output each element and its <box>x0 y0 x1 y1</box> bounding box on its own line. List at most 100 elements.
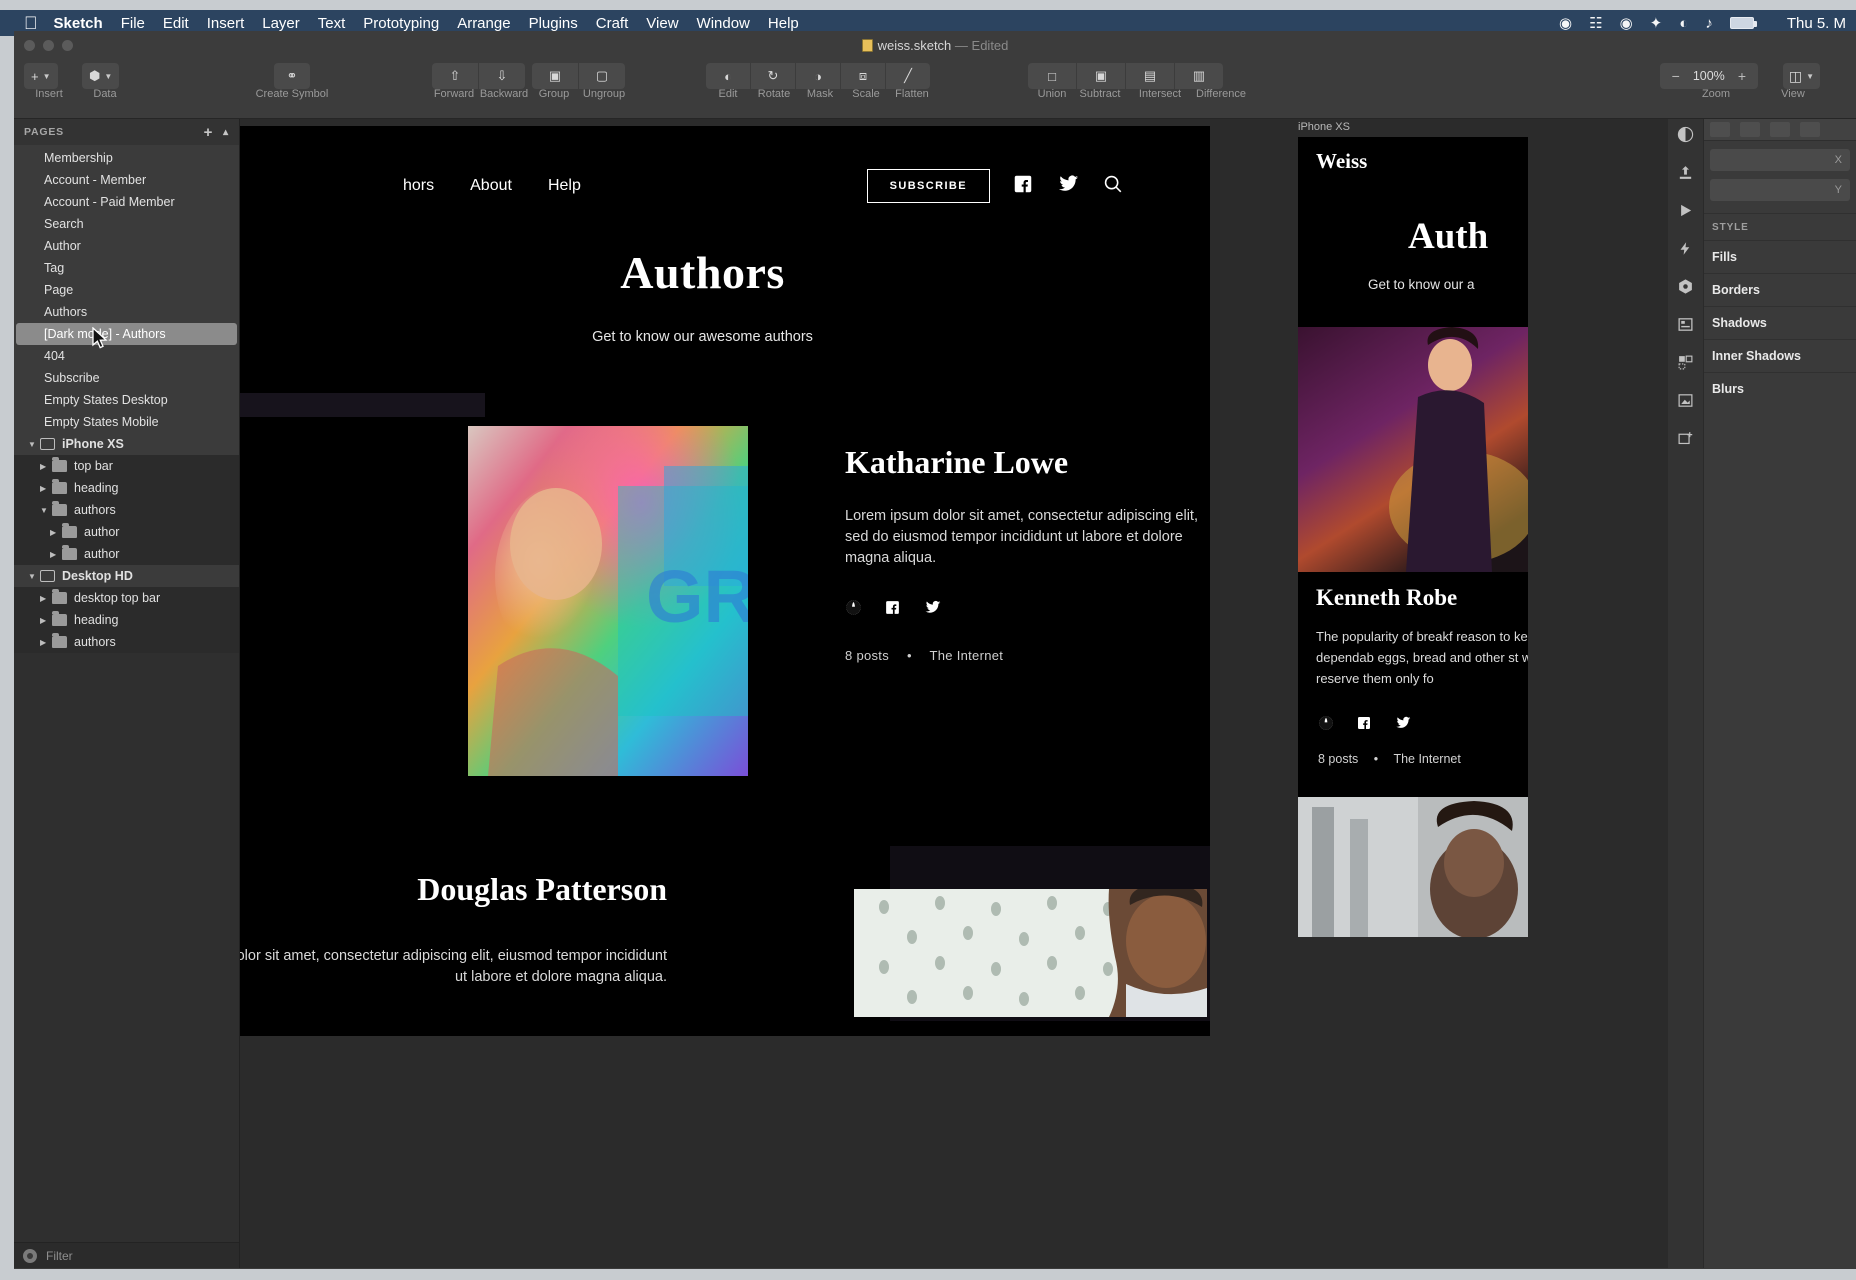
twitter-icon[interactable] <box>1056 173 1080 200</box>
menu-item-help[interactable]: Help <box>768 15 799 32</box>
battery-icon[interactable] <box>1729 17 1757 29</box>
nav-link-help[interactable]: Help <box>548 177 581 195</box>
style-row[interactable]: Blurs <box>1704 372 1856 405</box>
union-button[interactable]: □ <box>1028 63 1076 89</box>
disclosure-triangle-icon[interactable]: ▶ <box>40 616 52 625</box>
layout-icon[interactable] <box>1675 313 1697 335</box>
page-item[interactable]: Subscribe <box>14 367 239 389</box>
apple-menu-icon[interactable]:  <box>24 14 38 32</box>
menu-item-prototyping[interactable]: Prototyping <box>363 15 439 32</box>
disclosure-triangle-icon[interactable]: ▼ <box>40 506 52 515</box>
nav-link-about[interactable]: About <box>470 177 512 195</box>
menu-item-edit[interactable]: Edit <box>163 15 189 32</box>
page-item[interactable]: Author <box>14 235 239 257</box>
layer-artboard-row[interactable]: ▼ Desktop HD <box>14 565 239 587</box>
layer-row[interactable]: ▶ authors <box>14 631 239 653</box>
facebook-icon[interactable] <box>1356 715 1372 736</box>
component-icon[interactable] <box>1675 275 1697 297</box>
menu-item-file[interactable]: File <box>121 15 145 32</box>
flatten-button[interactable]: ╱ <box>886 63 930 89</box>
layer-row[interactable]: ▶ heading <box>14 609 239 631</box>
forward-button[interactable]: ⇧ <box>432 63 478 89</box>
page-item[interactable]: Search <box>14 213 239 235</box>
disclosure-triangle-icon[interactable]: ▶ <box>40 638 52 647</box>
insert-button[interactable]: + ▼ <box>24 63 58 89</box>
page-item[interactable]: Empty States Desktop <box>14 389 239 411</box>
menu-item-insert[interactable]: Insert <box>207 15 245 32</box>
page-item[interactable]: Empty States Mobile <box>14 411 239 433</box>
twitter-icon[interactable] <box>923 599 942 621</box>
style-row[interactable]: Borders <box>1704 273 1856 306</box>
layer-artboard-row[interactable]: ▼ iPhone XS <box>14 433 239 455</box>
data-button[interactable]: ⬢ ▼ <box>82 63 120 89</box>
disclosure-triangle-icon[interactable]: ▶ <box>40 594 52 603</box>
add-image-icon[interactable] <box>1675 427 1697 449</box>
artboard-desktop-hd[interactable]: hors About Help SUBSCRIBE Authors Get to… <box>240 126 1210 1036</box>
mask-button[interactable]: ◑ <box>796 63 840 89</box>
add-page-icon[interactable]: + <box>204 124 214 141</box>
layer-row[interactable]: ▶ author <box>14 521 239 543</box>
zoom-value[interactable]: 100% <box>1688 69 1730 83</box>
page-item[interactable]: [Dark mode] - Authors <box>16 323 237 345</box>
lightning-icon[interactable] <box>1675 237 1697 259</box>
style-row[interactable]: Inner Shadows <box>1704 339 1856 372</box>
artboard-iphone-xs[interactable]: Weiss Auth Get to know our a Kenneth Rob… <box>1298 137 1528 937</box>
layer-row[interactable]: ▶ top bar <box>14 455 239 477</box>
menu-item-layer[interactable]: Layer <box>262 15 300 32</box>
close-window-button[interactable] <box>24 39 35 51</box>
ungroup-button[interactable]: ▢ <box>579 63 625 89</box>
tab-align-right[interactable] <box>1770 122 1790 137</box>
image-icon[interactable] <box>1675 389 1697 411</box>
rotate-button[interactable]: ↻ <box>751 63 795 89</box>
zoom-in-button[interactable]: + <box>1730 68 1754 84</box>
layer-row[interactable]: ▶ heading <box>14 477 239 499</box>
export-icon[interactable] <box>1675 161 1697 183</box>
facebook-icon[interactable] <box>884 599 901 621</box>
intersect-button[interactable]: ▤ <box>1126 63 1174 89</box>
maximize-window-button[interactable] <box>62 39 73 51</box>
wifi-icon[interactable]: ◐ <box>1679 16 1688 31</box>
collapse-pages-icon[interactable]: ▴ <box>223 127 229 138</box>
layer-row[interactable]: ▶ author <box>14 543 239 565</box>
view-control[interactable]: ◫ ▼ <box>1782 63 1820 89</box>
grid-icon[interactable] <box>1675 351 1697 373</box>
page-item[interactable]: 404 <box>14 345 239 367</box>
style-row[interactable]: Shadows <box>1704 306 1856 339</box>
zoom-out-button[interactable]: − <box>1664 68 1688 84</box>
globe-icon[interactable] <box>845 599 862 621</box>
backward-button[interactable]: ⇩ <box>479 63 525 89</box>
menu-item-plugins[interactable]: Plugins <box>529 15 578 32</box>
globe-icon[interactable] <box>1318 715 1334 736</box>
create-symbol-button[interactable]: ⚭ <box>274 63 310 89</box>
disclosure-triangle-icon[interactable]: ▶ <box>40 484 52 493</box>
layer-row[interactable]: ▼ authors <box>14 499 239 521</box>
subscribe-button[interactable]: SUBSCRIBE <box>866 169 990 203</box>
page-item[interactable]: Authors <box>14 301 239 323</box>
dropbox-icon[interactable]: ✦ <box>1650 16 1663 31</box>
author-card-katharine[interactable]: GR Katharine Lowe Lorem ipsum dolor sit … <box>240 426 1210 796</box>
x-position-field[interactable]: X <box>1710 149 1850 171</box>
nav-link-authors[interactable]: hors <box>403 177 434 195</box>
layer-row[interactable]: ▶ desktop top bar <box>14 587 239 609</box>
design-canvas[interactable]: hors About Help SUBSCRIBE Authors Get to… <box>240 119 1668 1268</box>
facebook-icon[interactable] <box>1012 173 1034 200</box>
menu-item-craft[interactable]: Craft <box>596 15 629 32</box>
disclosure-triangle-icon[interactable]: ▼ <box>28 572 40 581</box>
disclosure-triangle-icon[interactable]: ▼ <box>28 440 40 449</box>
menubar-clock[interactable]: Thu 5. M <box>1787 15 1846 32</box>
tab-align-center[interactable] <box>1740 122 1760 137</box>
menu-item-window[interactable]: Window <box>697 15 750 32</box>
screen-share-icon[interactable]: ☷ <box>1589 16 1602 31</box>
page-item[interactable]: Account - Paid Member <box>14 191 239 213</box>
menu-item-arrange[interactable]: Arrange <box>457 15 510 32</box>
subtract-button[interactable]: ▣ <box>1077 63 1125 89</box>
style-row[interactable]: Fills <box>1704 240 1856 273</box>
edit-button[interactable]: ◐ <box>706 63 750 89</box>
layer-filter-bar[interactable]: Filter <box>14 1242 239 1268</box>
disclosure-triangle-icon[interactable]: ▶ <box>40 462 52 471</box>
contrast-icon[interactable] <box>1675 123 1697 145</box>
tab-distribute[interactable] <box>1800 122 1820 137</box>
menu-item-sketch[interactable]: Sketch <box>54 15 103 32</box>
zoom-control[interactable]: − 100% + <box>1659 63 1758 89</box>
disclosure-triangle-icon[interactable]: ▶ <box>50 528 62 537</box>
